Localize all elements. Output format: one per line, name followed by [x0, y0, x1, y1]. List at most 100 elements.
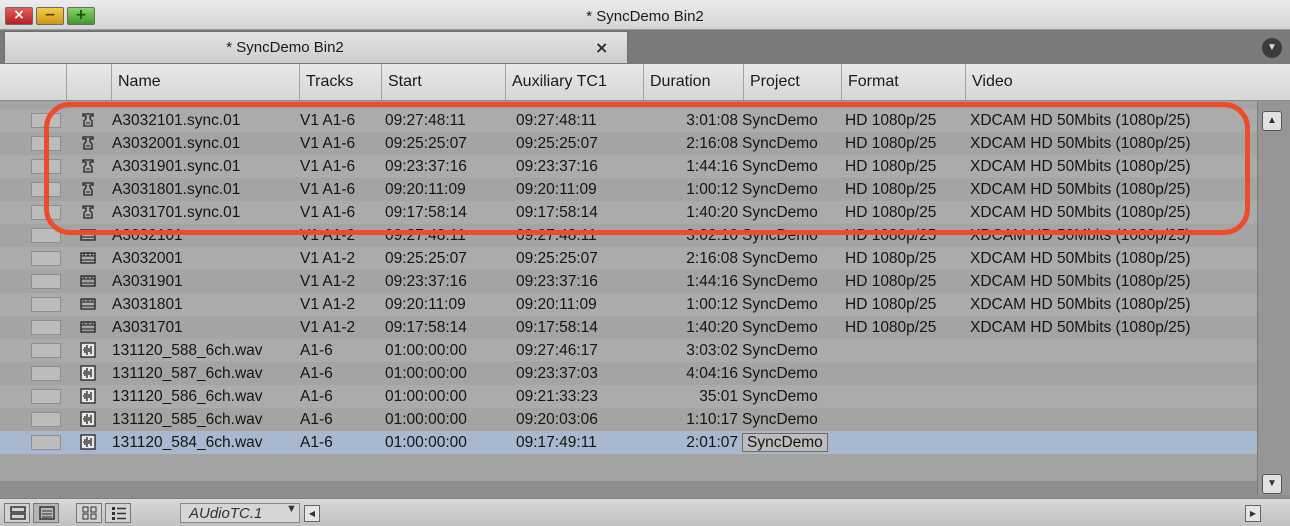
cell-name: 131120_588_6ch.wav	[112, 342, 263, 359]
cell-tracks: V1 A1-6	[300, 135, 356, 152]
text-view-button[interactable]	[33, 503, 59, 523]
clip-color-swatch	[31, 343, 61, 358]
clip-color-swatch	[31, 412, 61, 427]
cell-aux-tc1: 09:20:03:06	[516, 411, 598, 428]
table-row[interactable]: A3032101 V1 A1-2 09:27:48:11 09:27:48:11 3:0…	[0, 224, 1257, 247]
cell-format	[845, 431, 965, 454]
cell-aux-tc1: 09:27:48:11	[516, 227, 597, 244]
cell-format	[845, 385, 965, 408]
cell-name: A3031901	[112, 273, 183, 290]
cell-duration: 3:03:02	[686, 342, 738, 359]
audio-clip-icon	[80, 411, 96, 427]
cell-project: SyncDemo	[742, 181, 818, 198]
column-header-icon[interactable]	[67, 64, 112, 100]
cell-aux-tc1: 09:23:37:16	[516, 158, 598, 175]
column-header-auxiliary-tc1[interactable]: Auxiliary TC1	[506, 64, 644, 100]
frame-view-icon	[10, 506, 26, 520]
table-row[interactable]: 131120_586_6ch.wav A1-6 01:00:00:00 09:21:3…	[0, 385, 1257, 408]
column-header-start[interactable]: Start	[382, 64, 506, 100]
cell-start: 09:25:25:07	[385, 135, 467, 152]
scroll-left-button[interactable]: ◀	[304, 505, 320, 522]
selected-cell-project[interactable]: SyncDemo	[742, 433, 828, 452]
table-row[interactable]: A3031701.sync.01 V1 A1-6 09:17:58:14 09:17:…	[0, 201, 1257, 224]
cell-video	[970, 431, 1255, 454]
cell-format: HD 1080p/25	[845, 181, 937, 198]
scroll-down-button[interactable]: ▼	[1262, 474, 1282, 494]
cell-project: SyncDemo	[742, 250, 818, 267]
column-header-tracks[interactable]: Tracks	[300, 64, 382, 100]
frame-view-button[interactable]	[4, 503, 30, 523]
cell-tracks: V1 A1-6	[300, 204, 356, 221]
audio-clip-icon	[80, 434, 96, 450]
scroll-up-button[interactable]: ▲	[1262, 111, 1282, 131]
table-row[interactable]: 131120_585_6ch.wav A1-6 01:00:00:00 09:20:0…	[0, 408, 1257, 431]
cell-project: SyncDemo	[742, 158, 818, 175]
scroll-right-button[interactable]: ▶	[1245, 505, 1261, 522]
cell-aux-tc1: 09:23:37:03	[516, 365, 598, 382]
script-view-button[interactable]	[105, 503, 131, 523]
cell-name: 131120_584_6ch.wav	[112, 434, 263, 451]
master-clip-icon	[80, 296, 96, 312]
cell-video: XDCAM HD 50Mbits (1080p/25)	[970, 250, 1191, 267]
cell-format: HD 1080p/25	[845, 250, 937, 267]
cell-project: SyncDemo	[742, 296, 818, 313]
cell-aux-tc1: 09:17:49:11	[516, 434, 597, 451]
table-row[interactable]: A3031801 V1 A1-2 09:20:11:09 09:20:11:09 1:0…	[0, 293, 1257, 316]
table-row[interactable]: 131120_587_6ch.wav A1-6 01:00:00:00 09:23:3…	[0, 362, 1257, 385]
bin-menu-button[interactable]: ▼	[1262, 38, 1282, 58]
cell-video	[970, 362, 1255, 385]
tab-syncdemo-bin2[interactable]: * SyncDemo Bin2 ×	[4, 31, 628, 63]
cell-start: 09:27:48:11	[385, 227, 466, 244]
cell-aux-tc1: 09:23:37:16	[516, 273, 598, 290]
table-row[interactable]: A3031701 V1 A1-2 09:17:58:14 09:17:58:14 1:4…	[0, 316, 1257, 339]
table-row[interactable]: 131120_588_6ch.wav A1-6 01:00:00:00 09:27:4…	[0, 339, 1257, 362]
vertical-scrollbar[interactable]	[1257, 101, 1290, 495]
sync-clip-icon	[80, 181, 96, 197]
table-row[interactable]: A3032101.sync.01 V1 A1-6 09:27:48:11 09:27:…	[0, 109, 1257, 132]
cell-duration: 1:44:16	[686, 273, 738, 290]
cell-tracks: V1 A1-2	[300, 227, 356, 244]
cell-video: XDCAM HD 50Mbits (1080p/25)	[970, 227, 1191, 244]
clip-color-swatch	[31, 435, 61, 450]
cell-aux-tc1: 09:20:11:09	[516, 296, 597, 313]
cell-name: A3032001.sync.01	[112, 135, 241, 152]
column-header-project[interactable]: Project	[744, 64, 842, 100]
storyboard-view-button[interactable]	[76, 503, 102, 523]
clip-color-swatch	[31, 366, 61, 381]
tab-close-icon[interactable]: ×	[595, 38, 608, 57]
cell-start: 09:20:11:09	[385, 296, 466, 313]
table-row[interactable]: 131120_584_6ch.wav A1-6 01:00:00:00 09:17:4…	[0, 431, 1257, 454]
table-row[interactable]: A3032001 V1 A1-2 09:25:25:07 09:25:25:07 2:1…	[0, 247, 1257, 270]
table-row[interactable]: A3031901 V1 A1-2 09:23:37:16 09:23:37:16 1:4…	[0, 270, 1257, 293]
table-row[interactable]: A3031801.sync.01 V1 A1-6 09:20:11:09 09:20:…	[0, 178, 1257, 201]
column-header-name[interactable]: Name	[112, 64, 300, 100]
cell-project: SyncDemo	[742, 112, 818, 129]
text-view-icon	[39, 506, 55, 520]
column-header-video[interactable]: Video	[966, 64, 1290, 100]
cell-start: 01:00:00:00	[385, 365, 467, 382]
cell-video	[970, 385, 1255, 408]
cell-start: 01:00:00:00	[385, 434, 467, 451]
clip-color-swatch	[31, 389, 61, 404]
column-header-color[interactable]	[0, 64, 67, 100]
column-header-format[interactable]: Format	[842, 64, 966, 100]
list-view-icon	[112, 507, 126, 520]
column-header-duration[interactable]: Duration	[644, 64, 744, 100]
bin-view-dropdown-icon[interactable]: ▼	[286, 503, 297, 515]
bin-footer: AUdioTC.1 ▼ ◀ ▶	[0, 498, 1290, 526]
cell-tracks: V1 A1-6	[300, 112, 356, 129]
cell-duration: 1:00:12	[686, 181, 738, 198]
cell-duration: 3:01:08	[686, 112, 738, 129]
bin-view-selector[interactable]: AUdioTC.1	[180, 503, 300, 523]
table-row[interactable]: A3031901.sync.01 V1 A1-6 09:23:37:16 09:23:…	[0, 155, 1257, 178]
cell-name: A3031701.sync.01	[112, 204, 241, 221]
cell-video	[970, 339, 1255, 362]
table-row[interactable]: A3032001.sync.01 V1 A1-6 09:25:25:07 09:25:…	[0, 132, 1257, 155]
cell-duration: 2:16:08	[686, 250, 738, 267]
cell-name: 131120_586_6ch.wav	[112, 388, 263, 405]
clip-color-swatch	[31, 159, 61, 174]
cell-name: A3031701	[112, 319, 183, 336]
cell-video: XDCAM HD 50Mbits (1080p/25)	[970, 112, 1191, 129]
cell-start: 01:00:00:00	[385, 388, 467, 405]
tab-bar: * SyncDemo Bin2 × ▼	[0, 30, 1290, 64]
